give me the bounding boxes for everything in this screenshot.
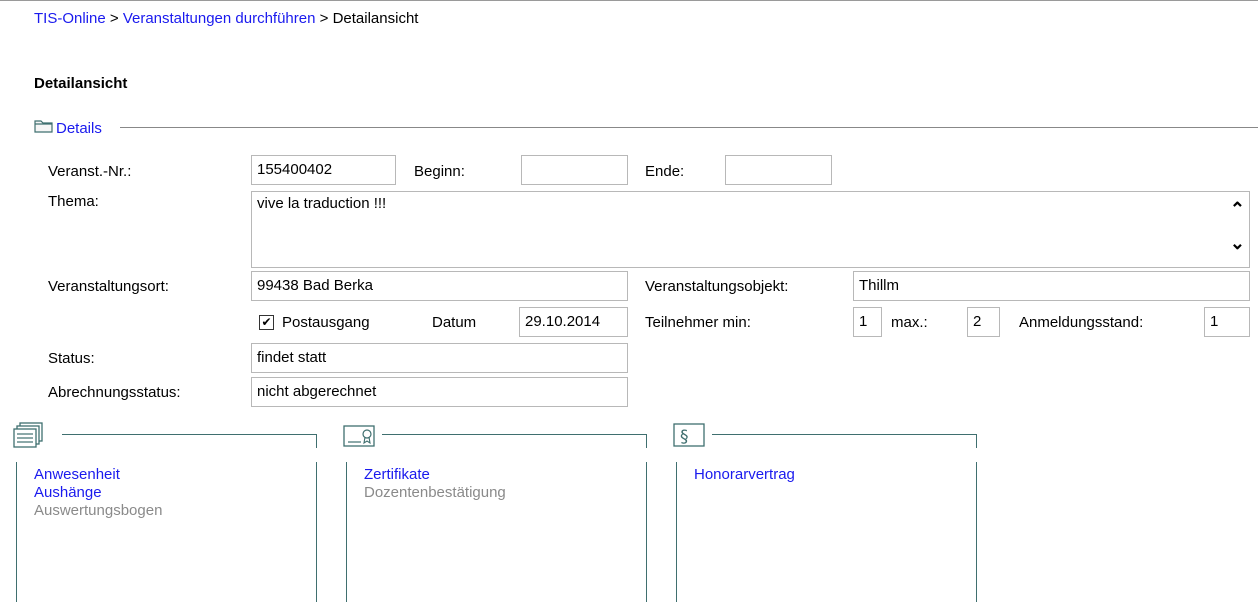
panel-honorarvertrag: § Honorarvertrag [673, 423, 977, 602]
breadcrumb-tis-online[interactable]: TIS-Online [34, 10, 106, 27]
breadcrumb-current: Detailansicht [332, 10, 419, 27]
datum-field[interactable]: 29.10.2014 [519, 307, 628, 337]
label-beginn: Beginn: [414, 163, 465, 180]
postausgang-checkbox[interactable]: ✔ [259, 315, 274, 330]
max-field[interactable]: 2 [967, 307, 1000, 337]
link-dozentenbestaetigung: Dozentenbestätigung [364, 484, 506, 501]
page-title: Detailansicht [34, 75, 128, 92]
thema-textarea[interactable]: vive la traduction !!! ⌃ ⌄ [251, 191, 1250, 268]
label-thema: Thema: [48, 193, 99, 210]
anmeldungsstand-field[interactable]: 1 [1204, 307, 1250, 337]
thema-text: vive la traduction !!! [257, 195, 387, 212]
label-anmeldungsstand: Anmeldungsstand: [1019, 314, 1144, 331]
ende-field[interactable] [725, 155, 832, 185]
link-anwesenheit[interactable]: Anwesenheit [34, 466, 162, 484]
label-teilnehmer-min: Teilnehmer min: [645, 314, 751, 331]
folder-open-icon [34, 118, 54, 138]
teilnehmer-min-field[interactable]: 1 [853, 307, 882, 337]
scroll-up-icon[interactable]: ⌃ [1230, 200, 1245, 218]
label-postausgang: Postausgang [282, 314, 370, 331]
scroll-down-icon[interactable]: ⌄ [1230, 234, 1245, 252]
details-legend-label[interactable]: Details [56, 120, 102, 137]
veranst-nr-field[interactable]: 155400402 [251, 155, 396, 185]
status-field[interactable]: findet statt [251, 343, 628, 373]
panel-zertifikate-items: Zertifikate Dozentenbestätigung [364, 466, 506, 502]
paragraph-icon: § [671, 422, 705, 452]
label-veranstaltungsort: Veranstaltungsort: [48, 278, 169, 295]
veranstaltungsobjekt-field[interactable]: Thillm [853, 271, 1250, 301]
link-zertifikate[interactable]: Zertifikate [364, 466, 506, 484]
panel-honorarvertrag-items: Honorarvertrag [694, 466, 795, 484]
label-veranstaltungsobjekt: Veranstaltungsobjekt: [645, 278, 789, 295]
svg-text:§: § [680, 427, 689, 447]
label-abrechnungsstatus: Abrechnungsstatus: [48, 384, 181, 401]
panel-anwesenheit-items: Anwesenheit Aushänge Auswertungsbogen [34, 466, 162, 520]
fieldset-divider [120, 127, 1258, 128]
breadcrumb-veranstaltungen[interactable]: Veranstaltungen durchführen [123, 10, 316, 27]
label-veranst-nr: Veranst.-Nr.: [48, 163, 132, 180]
label-status: Status: [48, 350, 95, 367]
breadcrumb-separator: > [105, 10, 123, 27]
breadcrumb: TIS-Online > Veranstaltungen durchführen… [34, 10, 418, 27]
link-honorarvertrag[interactable]: Honorarvertrag [694, 466, 795, 484]
label-max: max.: [891, 314, 928, 331]
abrechnungsstatus-field[interactable]: nicht abgerechnet [251, 377, 628, 407]
panel-anwesenheit: Anwesenheit Aushänge Auswertungsbogen [13, 422, 317, 602]
top-border [0, 0, 1258, 1]
link-aushaenge[interactable]: Aushänge [34, 484, 162, 502]
panel-zertifikate: Zertifikate Dozentenbestätigung [343, 425, 647, 602]
breadcrumb-separator: > [315, 10, 333, 27]
certificate-icon [341, 422, 375, 452]
label-ende: Ende: [645, 163, 685, 180]
veranstaltungsort-field[interactable]: 99438 Bad Berka [251, 271, 628, 301]
documents-stack-icon [11, 422, 43, 452]
beginn-field[interactable] [521, 155, 628, 185]
details-legend[interactable]: Details [34, 118, 102, 138]
label-datum: Datum [432, 314, 477, 331]
link-auswertungsbogen: Auswertungsbogen [34, 502, 163, 519]
